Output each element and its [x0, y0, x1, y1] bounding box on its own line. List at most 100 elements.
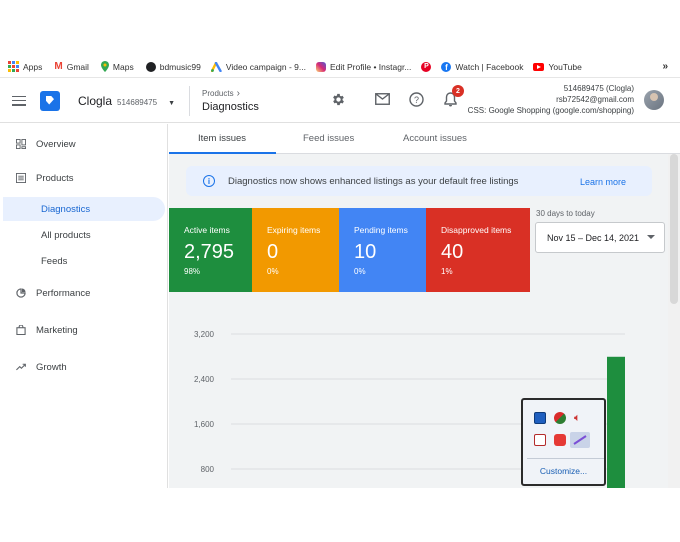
divider	[527, 458, 604, 459]
tab-account-issues[interactable]: Account issues	[403, 133, 467, 144]
tab-item-issues[interactable]: Item issues	[198, 133, 246, 144]
y-tick-label: 1,600	[194, 420, 215, 429]
svg-text:?: ?	[413, 95, 418, 105]
notifications-bell-icon[interactable]: 2	[442, 85, 464, 107]
learn-more-link[interactable]: Learn more	[580, 177, 626, 187]
bookmarks-bar: Apps M Gmail Maps bdmusic99 Video campai…	[0, 56, 680, 78]
network-icon[interactable]	[534, 412, 546, 424]
growth-trend-icon	[16, 363, 26, 371]
card-percent: 1%	[441, 267, 453, 276]
marketing-bag-icon	[16, 325, 26, 335]
sidebar-item-label: Performance	[36, 287, 91, 299]
info-icon: i	[203, 175, 215, 187]
sidebar-item-label: All products	[41, 229, 91, 241]
bookmark-instagram[interactable]: Edit Profile • Instagr...	[316, 61, 412, 72]
antivirus-icon[interactable]	[554, 412, 566, 424]
bookmark-apps[interactable]: Apps	[8, 61, 42, 72]
settings-gear-icon[interactable]	[330, 91, 346, 107]
tab-feed-issues[interactable]: Feed issues	[303, 133, 354, 144]
bookmark-label: Apps	[23, 61, 43, 72]
sidebar-item-performance[interactable]: Performance	[0, 281, 168, 305]
disapproved-items-card[interactable]: Disapproved items 40 1%	[426, 208, 530, 292]
notification-count-badge: 2	[452, 85, 464, 97]
card-value: 10	[354, 241, 377, 263]
y-tick-label: 800	[201, 465, 215, 474]
avatar[interactable]	[644, 90, 664, 110]
account-info-id: 514689475 (Clogla)	[563, 84, 634, 93]
breadcrumb-products-link[interactable]: Products	[202, 89, 234, 98]
bookmark-label: YouTube	[548, 61, 582, 72]
sidebar-item-products[interactable]: Products	[0, 166, 168, 190]
account-switcher[interactable]: Clogla 514689475 ▼	[78, 94, 175, 108]
chevron-right-icon: ›	[236, 88, 240, 99]
sidebar-item-label: Overview	[36, 138, 76, 150]
sidebar-item-diagnostics[interactable]: Diagnostics	[3, 197, 165, 221]
bookmark-facebook[interactable]: f Watch | Facebook	[441, 61, 523, 72]
help-icon[interactable]: ?	[408, 91, 424, 107]
scrollbar-thumb[interactable]	[670, 154, 678, 304]
facebook-icon: f	[441, 61, 452, 72]
expiring-items-card[interactable]: Expiring items 0 0%	[252, 208, 339, 292]
merchant-center-logo[interactable]	[40, 90, 60, 111]
recording-icon[interactable]	[554, 434, 566, 446]
instagram-icon	[316, 61, 326, 72]
bookmark-pinterest[interactable]: P	[421, 61, 432, 72]
top-actions: ? 2	[330, 85, 464, 107]
card-percent: 98%	[184, 267, 201, 276]
sidebar-item-label: Feeds	[41, 255, 68, 267]
overview-icon	[16, 139, 26, 149]
bookmark-label: Gmail	[66, 61, 89, 72]
active-tab-indicator	[169, 152, 276, 154]
breadcrumb: Products › Diagnostics	[202, 88, 259, 113]
y-tick-label: 2,400	[194, 375, 215, 384]
account-info-email: rsb72542@gmail.com	[556, 95, 634, 104]
card-title: Active items	[184, 225, 230, 235]
date-range-select[interactable]: Nov 15 – Dec 14, 2021	[535, 222, 665, 253]
google-ads-icon	[210, 61, 222, 72]
youtube-icon	[533, 62, 545, 71]
sidebar-item-label: Growth	[36, 361, 67, 373]
pending-items-card[interactable]: Pending items 10 0%	[339, 208, 426, 292]
mail-icon[interactable]	[374, 91, 390, 107]
pinterest-icon: P	[421, 61, 432, 72]
page-title: Diagnostics	[202, 101, 259, 113]
bookmark-youtube[interactable]: YouTube	[533, 61, 582, 72]
card-percent: 0%	[267, 267, 279, 276]
date-range-value: Nov 15 – Dec 14, 2021	[547, 233, 640, 243]
volume-icon[interactable]: 🔈︎	[574, 412, 594, 424]
sidebar-item-label: Diagnostics	[41, 203, 91, 215]
issue-tabs: Item issues Feed issues Account issues	[169, 124, 680, 154]
caret-down-icon	[647, 235, 655, 239]
sidebar-item-growth[interactable]: Growth	[0, 355, 168, 379]
gmail-icon: M	[54, 61, 63, 72]
banner-text: Diagnostics now shows enhanced listings …	[228, 176, 519, 187]
customize-link[interactable]: Customize...	[523, 466, 604, 476]
sidebar-item-feeds[interactable]: Feeds	[0, 249, 168, 273]
sidebar-item-label: Products	[36, 172, 74, 184]
card-percent: 0%	[354, 267, 366, 276]
sidebar-item-label: Marketing	[36, 324, 78, 336]
account-info: 514689475 (Clogla) rsb72542@gmail.com CS…	[468, 83, 634, 116]
active-items-bar[interactable]	[607, 356, 625, 488]
bookmark-maps[interactable]: Maps	[100, 61, 134, 72]
menu-icon[interactable]	[12, 95, 26, 106]
bookmark-label: Edit Profile • Instagr...	[330, 61, 412, 72]
info-banner: i Diagnostics now shows enhanced listing…	[186, 166, 652, 196]
bookmarks-overflow-button[interactable]: »	[662, 61, 668, 72]
card-title: Pending items	[354, 225, 408, 235]
sidebar-item-marketing[interactable]: Marketing	[0, 318, 168, 342]
bookmark-bdmusic[interactable]: bdmusic99	[145, 61, 201, 72]
app-bar: Clogla 514689475 ▼ Products › Diagnostic…	[0, 79, 680, 123]
card-title: Disapproved items	[441, 225, 512, 235]
active-items-card[interactable]: Active items 2,795 98%	[169, 208, 252, 292]
card-value: 40	[441, 241, 464, 263]
security-center-icon[interactable]	[534, 434, 546, 446]
performance-icon	[16, 288, 26, 298]
sidebar-item-overview[interactable]: Overview	[0, 132, 168, 156]
bookmark-label: Video campaign - 9...	[225, 61, 306, 72]
card-value: 2,795	[184, 241, 235, 263]
pen-tool-icon[interactable]	[570, 432, 590, 448]
sidebar-item-all-products[interactable]: All products	[0, 223, 168, 247]
bookmark-video-campaign[interactable]: Video campaign - 9...	[210, 61, 306, 72]
bookmark-gmail[interactable]: M Gmail	[54, 61, 89, 72]
